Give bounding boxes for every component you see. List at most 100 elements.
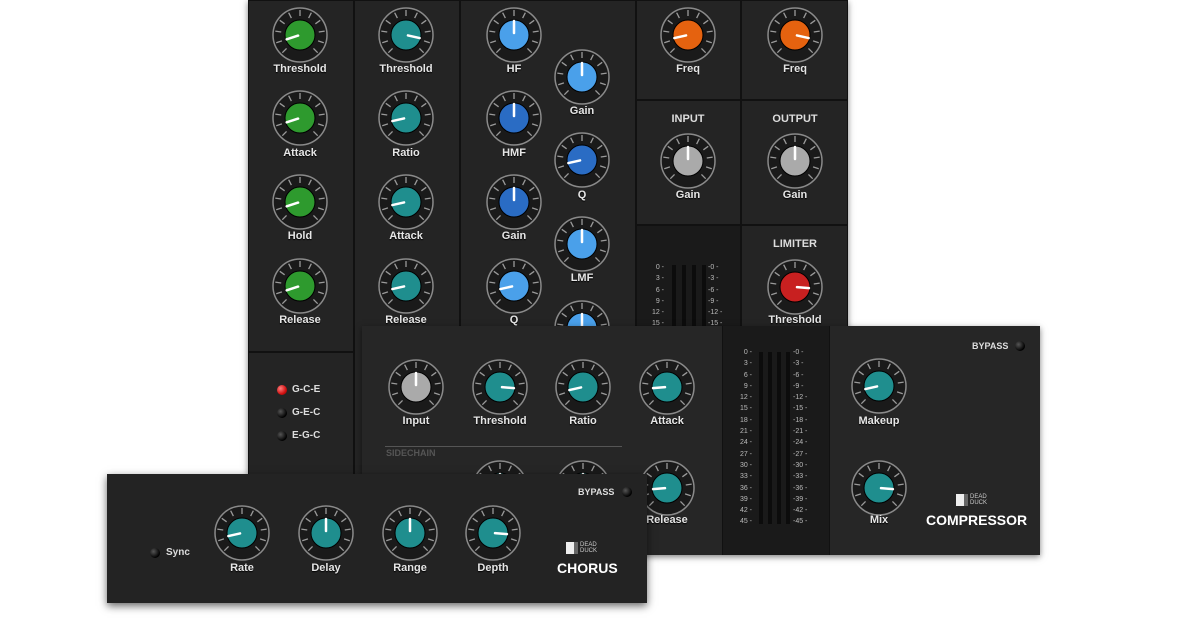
meter-scale-tick: 39 - — [739, 495, 752, 503]
eq-hmf-q-label: Q — [577, 189, 587, 201]
knob-tick — [601, 382, 608, 385]
strip-attack-knob[interactable] — [376, 172, 436, 232]
gate-attack-knob[interactable] — [270, 88, 330, 148]
knob-tick — [813, 30, 820, 33]
knob-tick — [557, 72, 564, 75]
gate-threshold-knob[interactable] — [270, 5, 330, 65]
knob-graphic — [378, 258, 434, 314]
knob-tick — [532, 113, 539, 116]
strip-release-knob[interactable] — [376, 256, 436, 316]
meter-scale-tick: -0 - — [793, 349, 804, 356]
lpf-freq-knob[interactable] — [765, 5, 825, 65]
knob-graphic — [767, 7, 823, 63]
knob-tick — [318, 197, 325, 200]
gate-hold-knob[interactable] — [270, 172, 330, 232]
comp-threshold-knob[interactable] — [470, 357, 530, 417]
meter-scale-tick: -36 - — [793, 484, 808, 492]
knob-pointer — [651, 486, 667, 491]
meter-scale-tick: -30 - — [793, 461, 808, 469]
eq-q-knob[interactable] — [484, 256, 544, 316]
knob-tick — [489, 113, 496, 116]
meter-scale-tick: -42 - — [793, 507, 808, 515]
comp-logo-text: DEAD DUCK — [970, 494, 988, 506]
knob-cap — [567, 371, 599, 403]
comp-bypass-led[interactable] — [1015, 341, 1025, 351]
knob-cap — [779, 19, 811, 51]
chorus-delay-knob[interactable] — [296, 503, 356, 563]
mode-egc-led[interactable] — [277, 431, 287, 441]
knob-tick — [434, 382, 441, 385]
knob-tick — [813, 156, 820, 159]
strip-meter-bar — [692, 265, 696, 327]
knob-tick — [385, 528, 392, 531]
knob-cap — [390, 186, 422, 218]
eq-gain-knob[interactable] — [484, 172, 544, 232]
mode-gce-label: G-C-E — [292, 384, 321, 395]
knob-tick — [532, 281, 539, 284]
eq-lmf-label: LMF — [570, 272, 594, 284]
limiter-threshold-knob[interactable] — [765, 257, 825, 317]
chorus-bypass-led[interactable] — [622, 487, 632, 497]
eq-hmf-label: HMF — [502, 147, 526, 159]
knob-graphic — [639, 359, 695, 415]
knob-graphic — [660, 7, 716, 63]
comp-makeup-label: Makeup — [858, 415, 900, 427]
chorus-sync-led[interactable] — [150, 548, 160, 558]
comp-meter-bar — [768, 352, 772, 524]
meter-scale-tick: 15 - — [739, 405, 752, 413]
comp-ratio-label: Ratio — [569, 415, 597, 427]
chorus-bypass-label: BYPASS — [578, 487, 615, 497]
chorus-rate-knob[interactable] — [212, 503, 272, 563]
comp-mix-knob[interactable] — [849, 458, 909, 518]
knob-tick — [381, 281, 388, 284]
gate-release-knob[interactable] — [270, 256, 330, 316]
comp-ratio-knob[interactable] — [553, 357, 613, 417]
mode-gec-led[interactable] — [277, 408, 287, 418]
eq-q-label: Q — [509, 314, 519, 326]
comp-attack-knob[interactable] — [637, 357, 697, 417]
comp-logo: DEAD DUCK — [956, 494, 992, 506]
mode-egc-label: E-G-C — [292, 430, 321, 441]
chorus-range-knob[interactable] — [380, 503, 440, 563]
knob-graphic — [378, 174, 434, 230]
comp-meter-bar — [759, 352, 763, 524]
meter-scale-tick: -12 - — [708, 309, 723, 317]
strip-attack-label: Attack — [389, 230, 423, 242]
output-header: OUTPUT — [772, 113, 818, 125]
eq-hf-knob[interactable] — [484, 5, 544, 65]
limiter-threshold-label: Threshold — [768, 314, 822, 326]
knob-graphic — [214, 505, 270, 561]
strip-threshold-knob[interactable] — [376, 5, 436, 65]
knob-tick — [770, 282, 777, 285]
meter-scale-tick: 9 - — [655, 297, 664, 305]
knob-cap — [566, 144, 598, 176]
eq-hmf-q-knob[interactable] — [552, 130, 612, 190]
sidechain-label: SIDECHAIN — [386, 448, 436, 458]
knob-tick — [685, 483, 692, 486]
comp-input-knob[interactable] — [386, 357, 446, 417]
meter-scale-tick: 0 - — [655, 264, 664, 271]
strip-ratio-knob[interactable] — [376, 88, 436, 148]
knob-tick — [511, 528, 518, 531]
knob-tick — [600, 239, 607, 242]
mode-gce-led[interactable] — [277, 385, 287, 395]
knob-graphic — [298, 505, 354, 561]
comp-makeup-knob[interactable] — [849, 356, 909, 416]
eq-lmf-knob[interactable] — [552, 214, 612, 274]
knob-graphic — [851, 460, 907, 516]
output-gain-knob[interactable] — [765, 131, 825, 191]
eq-hmf-knob[interactable] — [484, 88, 544, 148]
knob-tick — [532, 30, 539, 33]
knob-tick — [854, 381, 861, 384]
comp-meter-bar — [777, 352, 781, 524]
input-gain-knob[interactable] — [658, 131, 718, 191]
comp-threshold-label: Threshold — [473, 415, 527, 427]
chorus-depth-knob[interactable] — [463, 503, 523, 563]
knob-graphic — [486, 90, 542, 146]
knob-pointer — [500, 385, 516, 390]
eq-hmf-gain-knob[interactable] — [552, 47, 612, 107]
knob-cap — [284, 19, 316, 51]
chorus-panel — [107, 474, 647, 603]
hpf-freq-knob[interactable] — [658, 5, 718, 65]
meter-scale-tick: -6 - — [708, 286, 719, 294]
